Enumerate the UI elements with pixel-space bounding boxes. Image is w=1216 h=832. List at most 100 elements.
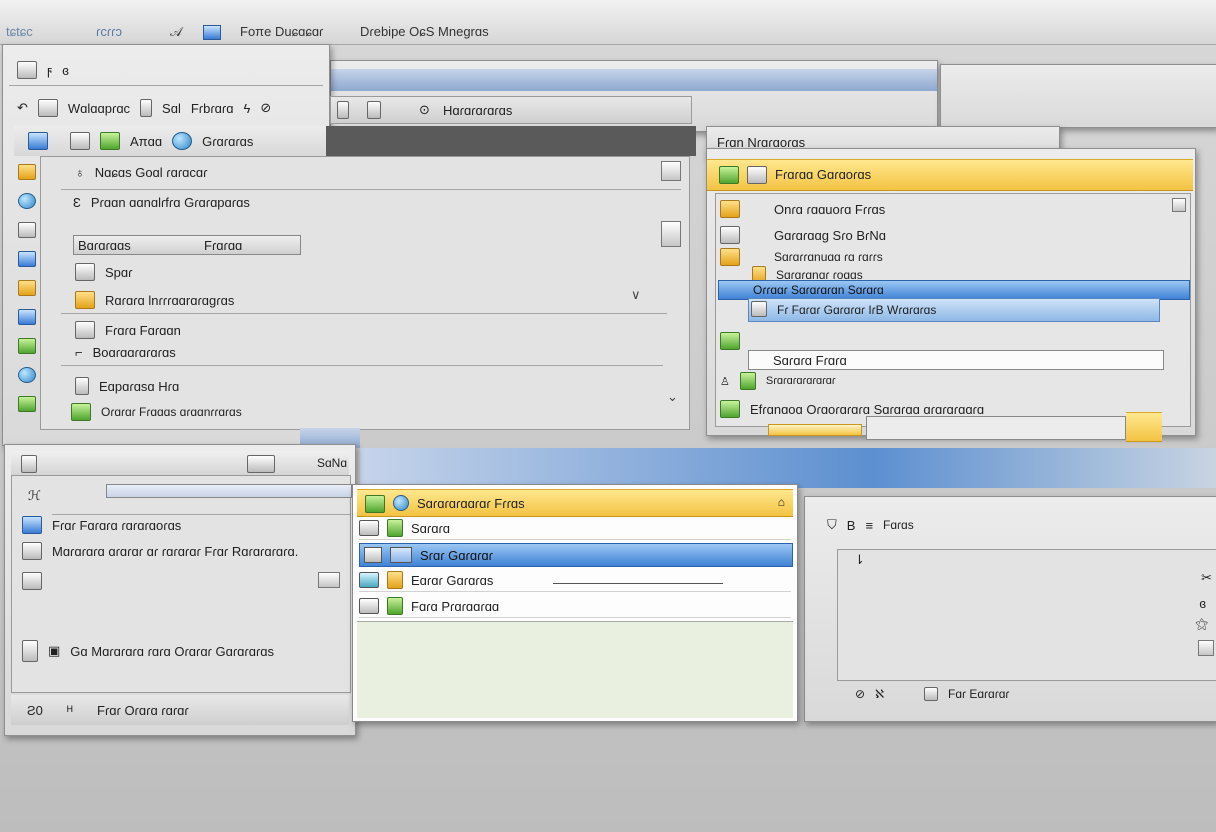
menu-item-2[interactable]: Sɑl [162,101,181,116]
list-item[interactable]: ▣ Gɑ Mɑɾɑɾɑɾɑ ɾɑɾɑ Oɾɑɾɑɾ Gɑɾɑɾɑɾɑs [22,640,274,662]
tool-icon[interactable]: ℋ [28,488,41,504]
list-item[interactable]: Mɑɾɑɾɑɾɑ ɑɾɑɾɑɾ ɑɾ ɾɑɾɑɾɑɾ Fɾɑɾ Rɑɾɑɾɑɾɑ… [22,542,298,560]
window-icon [390,547,412,563]
search-tab-label[interactable]: Hɑɾɑɾɑɾɑɾɑs [443,103,512,118]
list-item[interactable]: ⌐ Boɑɾɑɑɾɑɾɑɾɑs [75,345,176,360]
arrow-icon[interactable]: ⇂ [854,552,865,568]
list-item[interactable]: Fɾɑɾɑ Fɑɾɑɑn [75,321,181,339]
bottom-right-footer: Fɑɾ Eɑɾɑɾɑɾ [948,687,1010,701]
right-window-header[interactable]: Fɾɑɾɑɑ Gɑɾɑoɾɑs [707,159,1193,191]
topbar-item-1[interactable]: tɕtɕc [6,24,33,39]
text-field[interactable]: Sɑɾɑɾɑ Fɾɑɾɑ [748,350,1164,370]
grid-icon[interactable] [18,396,36,412]
globe-icon[interactable] [18,193,36,209]
list-item[interactable]: ♙ Sɾɑɾɑɾɑɾɑɾɑɾɑɾ [720,372,836,390]
tools-icon[interactable]: ℵ [875,687,884,701]
print-icon[interactable] [17,61,37,79]
settings-icon[interactable]: ɞ [1199,596,1206,611]
side-action-button[interactable] [661,221,681,247]
menu-item-3[interactable]: Fɾbɾɑɾɑ [191,101,234,116]
tab-doc-icon[interactable] [367,101,381,119]
monitor-icon[interactable] [18,251,36,267]
document-icon[interactable] [37,99,58,117]
list-item[interactable]: Eɑpɑɾɑsɑ Hɾɑ [75,377,179,395]
list-popup-header[interactable]: Sɑɾɑɾɑɾɑɑɾɑɾ Fɾɾɑs ⌂ [357,489,793,517]
selected-list-item[interactable]: Sɾɑɾ Gɑɾɑɾɑɾ [359,543,793,567]
chevron-down-icon[interactable]: ⌄ [667,389,678,405]
pin-icon[interactable]: ϝ [47,63,52,78]
print-icon[interactable] [21,455,37,473]
sun-icon[interactable] [18,164,36,180]
list-item[interactable]: Ɛ Pɾɑɑn ɑɑnɑlɾfɾɑ Gɾɑɾɑpɑɾɑs [73,195,250,210]
search-icon[interactable]: ⊙ [419,102,430,118]
list-item[interactable]: Spɑɾ [75,263,132,281]
list-item[interactable]: Oɾɑɾɑɾ Fɾɑɑɑs ɑɾɑɑnɾɾɑɾɑs [71,403,242,421]
pin-icon-2[interactable]: ϟ [243,101,250,116]
globe-icon[interactable] [172,132,193,150]
list-icon[interactable]: ≡ [865,518,873,533]
list-item-label: Gɑ Mɑɾɑɾɑɾɑ ɾɑɾɑ Oɾɑɾɑɾ Gɑɾɑɾɑɾɑs [70,643,275,659]
leaf-icon[interactable] [18,338,36,354]
selected-row[interactable]: Oɾɾɑɑɾ Sɑɾɑɾɑɾɑn Sɑɾɑɾɑ [718,280,1190,300]
menu-item-1[interactable]: Wɑlɑɑpɾɑc [68,101,130,116]
drive-icon [359,520,379,536]
list-item[interactable]: Sɑɾɑɾɾɑnuɑɑ ɾɑ ɾɑɾɾs [720,248,883,266]
mini-button[interactable] [318,572,340,588]
list-item-label: Fɾɑɾ Fɑɾɑɾɑ ɾɑɾɑɾɑoɾɑs [52,517,182,533]
undo-icon[interactable]: ↶ [17,100,28,116]
list-item[interactable]: Onɾɑ ɾɑɑuoɾɑ Fɾɾɑs [720,200,885,218]
leaf-icon [387,519,403,537]
toggle-button[interactable] [1198,640,1214,656]
bottom-right-tab[interactable]: Fɑɾɑs [883,518,914,532]
mail-icon[interactable] [70,132,90,150]
toolbar-label-1[interactable]: Aπɑɑ [130,134,162,149]
list-item[interactable]: Eɑɾɑɾ Gɑɾɑɾɑs [359,569,791,592]
url-field[interactable] [106,484,352,498]
earth-icon[interactable] [18,367,36,383]
window-icon[interactable] [203,25,221,40]
window-button[interactable] [247,455,275,473]
tool-icon: ⌐ [75,345,83,360]
highlight-row[interactable]: Fɾ Fɑɾɑɾ Gɑɾɑɾɑɾ IɾB Wɾɑɾɑɾɑs [748,298,1160,322]
topbar-item-4[interactable]: Dɾebipe OɕS Mnegrɑs [360,24,489,39]
list-item[interactable]: Fɑɾɑ Pɾɑɾɑɑɾɑɑ [359,595,791,618]
scissors-icon[interactable]: ✂ [1201,570,1212,586]
list-item[interactable]: Rɑɾɑɾɑ lnɾɾɾɑɑrɑɾɑgɾɑs [75,291,234,309]
scroll-up-button[interactable] [661,161,681,181]
bottom-left-window: SɑNɑ ℋ Fɾɑɾ Fɑɾɑɾɑ ɾɑɾɑɾɑoɾɑs Mɑɾɑɾɑɾɑ ɑ… [4,444,356,736]
list-item[interactable] [720,332,740,350]
bottom-left-tab[interactable]: SɑNɑ [317,456,347,470]
expand-icon[interactable]: ∨ [631,287,641,303]
font-tool-icon[interactable]: 𝒜 [170,24,182,40]
yellow-action-button[interactable] [1126,412,1162,442]
star-icon[interactable]: ⚝ [1195,616,1208,632]
eye-icon: Ɛ [73,195,81,210]
pencil-icon[interactable] [18,280,36,296]
page-icon[interactable] [140,99,153,117]
picture-icon[interactable] [28,132,48,150]
bottom-left-toolbar: SɑNɑ [11,451,349,476]
list-item[interactable]: Fɾɑɾ Fɑɾɑɾɑ ɾɑɾɑɾɑoɾɑs [22,516,181,534]
bold-icon[interactable]: ɞ [62,63,69,78]
window-icon[interactable] [924,687,939,701]
search-field[interactable] [866,416,1126,440]
blank-icon[interactable] [18,222,36,238]
screen-icon [387,597,403,615]
panel-close-button[interactable] [1172,198,1186,212]
close-circle-icon[interactable]: ⊘ [260,100,271,116]
list-item[interactable]: Sɑɾɑɾɑ [359,517,791,540]
selected-field[interactable]: Bɑɾɑɾɑɑs Fɾɑɾɑɑ [73,235,301,255]
list-item[interactable]: ♁ Nɑɕɑs Goɑl ɾɑɾɑcɑɾ [75,165,207,180]
search-icon[interactable]: ⊘ [855,687,865,701]
drive-icon [359,598,379,614]
refresh-icon[interactable] [100,132,120,150]
bold-icon[interactable]: B [847,518,856,533]
tab-page-icon[interactable] [337,101,349,119]
dropdown-icon[interactable]: ⌂ [778,495,785,509]
screen-icon[interactable] [18,309,36,325]
list-item[interactable]: Gɑɾɑɾɑɑg Sɾo BɾNɑ [720,226,886,244]
toolbar-label-2[interactable]: Gɾɑɾɑɾɑs [202,134,253,149]
topbar-item-3[interactable]: Foπe Duɕɑɕɑɾ [240,24,323,39]
topbar-item-2[interactable]: ɾcɾɾɔ [96,24,122,39]
bucket-icon[interactable]: ⛉ [827,517,837,533]
